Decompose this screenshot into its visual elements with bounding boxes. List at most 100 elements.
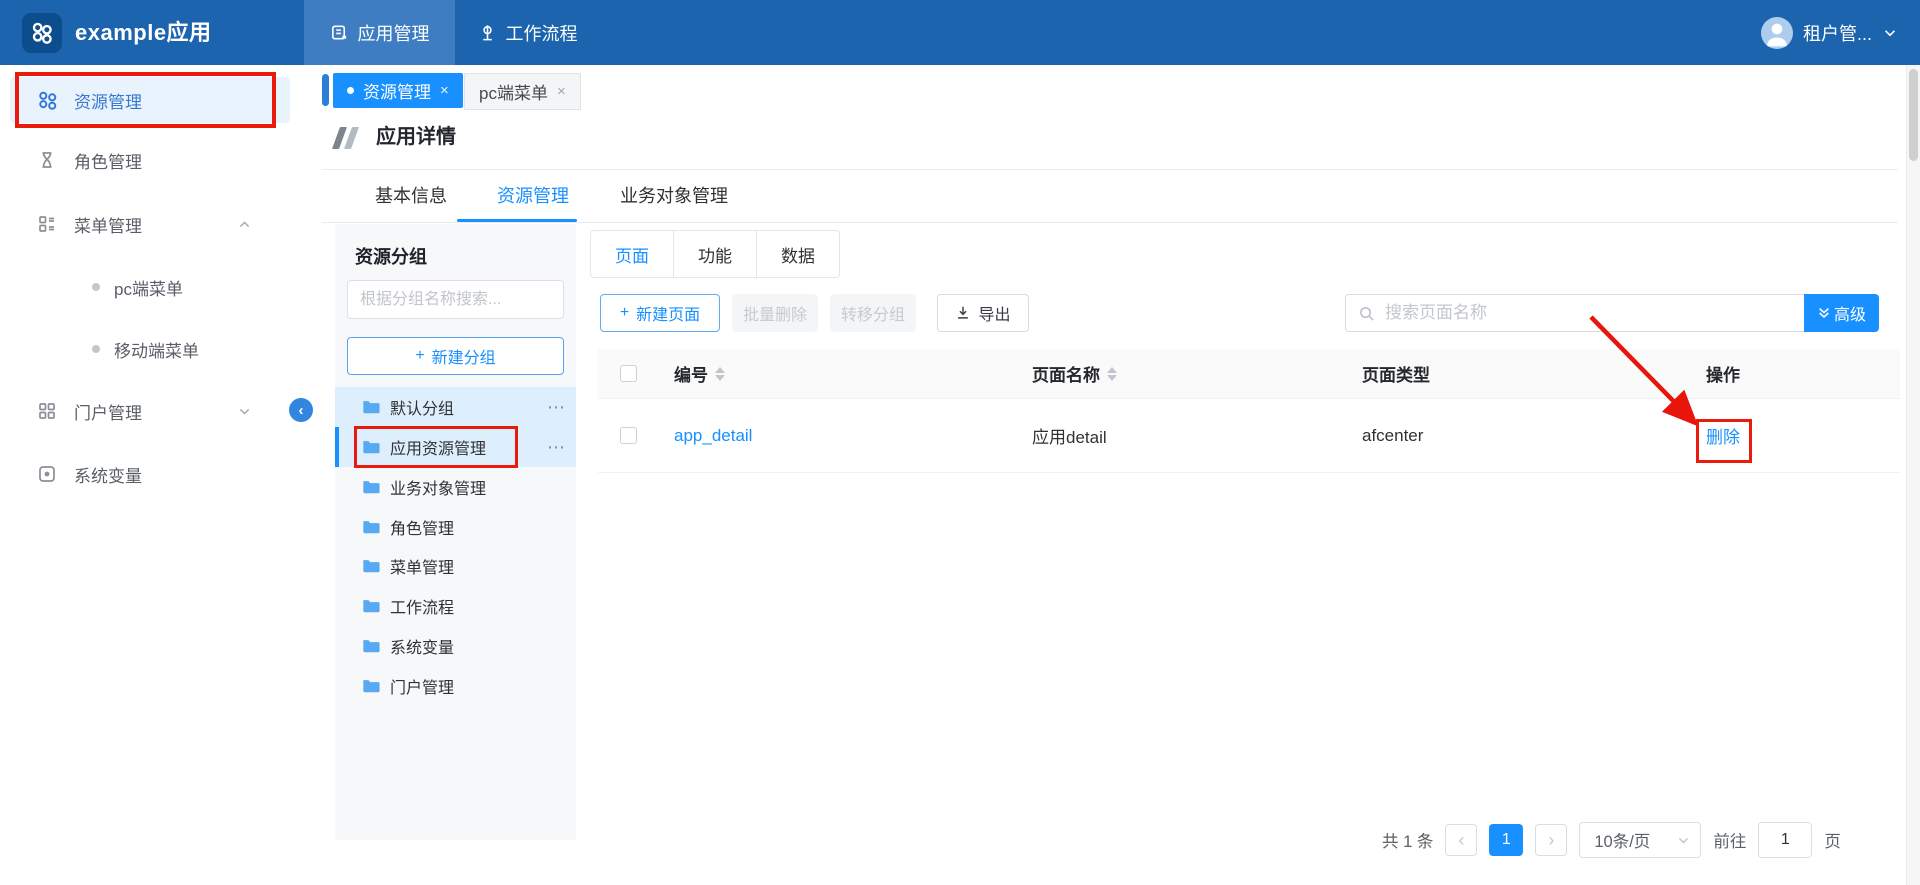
next-page-button[interactable]: › [1535,824,1567,856]
page-size-value: 10条/页 [1594,828,1650,852]
sort-icon[interactable] [715,367,725,381]
person-icon [1761,17,1793,49]
bullet-dot [92,345,100,353]
column-header-type: 页面类型 [1362,349,1430,398]
sidebar-item-role-management[interactable]: 角色管理 [10,137,290,183]
new-group-button[interactable]: + 新建分组 [347,337,564,375]
sidebar-collapse-button[interactable]: ‹ [289,398,313,422]
page-search-box [1345,294,1805,332]
pagination: 共 1 条 ‹ 1 › 10条/页 前往 页 [1382,822,1841,858]
sidebar-item-label: 系统变量 [74,462,142,487]
workspace-tab-resource[interactable]: 资源管理 × [333,73,463,108]
menu-grid-icon [36,214,58,234]
sidebar-subitem-mobile-menu[interactable]: 移动端菜单 [10,326,290,372]
current-page-button[interactable]: 1 [1489,824,1523,856]
group-item-label: 角色管理 [390,515,454,539]
page-unit-label: 页 [1824,828,1841,852]
chevron-down-icon [1882,25,1898,41]
folder-icon [362,439,380,455]
total-count: 共 1 条 [1382,828,1433,852]
app-title: example应用 [75,0,212,65]
sort-icon[interactable] [1107,367,1117,381]
group-item-label: 应用资源管理 [390,435,486,459]
topnav-app-management[interactable]: 应用管理 [304,0,455,65]
prev-page-button[interactable]: ‹ [1445,824,1477,856]
active-dot [347,87,354,94]
topnav-workflow[interactable]: 工作流程 [455,0,600,65]
resource-group-panel: 资源分组 + 新建分组 默认分组 ⋯ 应用资源管理 ⋯ [335,224,576,840]
group-item[interactable]: 工作流程 [335,586,576,626]
table-row: app_detail 应用detail afcenter 删除 [598,398,1900,473]
close-icon[interactable]: × [557,83,566,100]
logo-icon [29,20,55,46]
advanced-label: 高级 [1834,301,1866,325]
group-panel-title: 资源分组 [355,243,427,269]
app-logo [22,13,62,53]
delete-link[interactable]: 删除 [1706,399,1740,472]
group-item-default[interactable]: 默认分组 ⋯ [335,387,576,427]
transfer-group-button[interactable]: 转移分组 [830,294,916,332]
group-item[interactable]: 门户管理 [335,666,576,706]
grid-icon [36,90,58,111]
tab-functions[interactable]: 功能 [674,231,757,277]
sidebar-subitem-pc-menu[interactable]: pc端菜单 [10,264,290,310]
export-button[interactable]: 导出 [937,294,1029,332]
goto-page-input[interactable] [1758,822,1812,858]
group-item-app-resource[interactable]: 应用资源管理 ⋯ [335,427,576,467]
main-content: 资源管理 × pc端菜单 × 应用详情 基本信息 资源管理 业务对象管理 资源分… [300,65,1920,885]
column-header-action: 操作 [1706,349,1740,398]
sidebar-item-label: 资源管理 [74,88,142,113]
sidebar-subitem-label: 移动端菜单 [114,337,199,362]
group-item[interactable]: 业务对象管理 [335,467,576,507]
page-title: 应用详情 [376,120,456,149]
group-item-label: 工作流程 [390,594,454,618]
chevron-up-icon [237,217,252,232]
sidebar-item-resource-management[interactable]: 资源管理 [10,77,290,123]
column-header-code[interactable]: 编号 [674,349,725,398]
group-search-input[interactable] [347,280,564,319]
more-icon[interactable]: ⋯ [547,437,566,458]
bullet-dot [92,283,100,291]
row-checkbox[interactable] [620,427,637,444]
hourglass-icon [36,150,58,170]
page-code-link[interactable]: app_detail [674,399,752,472]
tabstrip-accent-bar [322,74,329,106]
column-header-name[interactable]: 页面名称 [1032,349,1117,398]
page-search-input[interactable] [1383,302,1804,324]
advanced-search-button[interactable]: 高级 [1804,294,1879,332]
sidebar-item-label: 门户管理 [74,399,142,424]
group-item[interactable]: 角色管理 [335,507,576,547]
sidebar-item-menu-management[interactable]: 菜单管理 [10,201,290,247]
top-bar: example应用 应用管理 工作流程 [0,0,1920,65]
page-size-select[interactable]: 10条/页 [1579,822,1701,858]
tab-data[interactable]: 数据 [757,231,839,277]
group-item-label: 业务对象管理 [390,475,486,499]
page-type-cell: afcenter [1362,399,1423,472]
sidebar-item-portal-management[interactable]: 门户管理 [10,388,290,434]
tab-business-object[interactable]: 业务对象管理 [620,170,728,222]
group-item[interactable]: 菜单管理 [335,546,576,586]
tab-resource-management[interactable]: 资源管理 [497,170,569,222]
user-menu[interactable]: 租户管... [1761,0,1898,65]
new-page-button[interactable]: + 新建页面 [600,294,720,332]
sidebar-item-label: 菜单管理 [74,212,142,237]
more-icon[interactable]: ⋯ [547,397,566,418]
workflow-icon [478,23,497,42]
tab-pages[interactable]: 页面 [591,231,674,277]
tab-basic-info[interactable]: 基本信息 [375,170,447,222]
sidebar-subitem-label: pc端菜单 [114,275,183,300]
folder-icon [362,678,380,694]
sidebar-item-system-variables[interactable]: 系统变量 [10,451,290,497]
workspace-tab-label: pc端菜单 [479,79,548,104]
select-all-checkbox[interactable] [620,365,637,382]
topnav-label: 工作流程 [506,20,578,46]
folder-icon [362,598,380,614]
batch-delete-button[interactable]: 批量删除 [732,294,818,332]
folder-icon [362,558,380,574]
group-item[interactable]: 系统变量 [335,626,576,666]
workspace-tab-pc-menu[interactable]: pc端菜单 × [464,73,581,110]
vertical-scrollbar[interactable] [1906,65,1920,885]
scrollbar-thumb[interactable] [1909,69,1918,161]
sidebar-item-label: 角色管理 [74,148,142,173]
close-icon[interactable]: × [440,82,449,99]
